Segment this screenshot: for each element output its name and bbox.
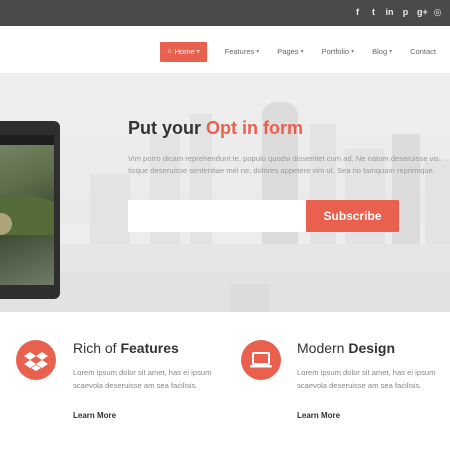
feature-description: Lorem ipsum dolor sit amet, has ei ipsum… xyxy=(297,368,436,390)
chevron-down-icon: ▾ xyxy=(256,49,260,55)
social-links: f t in p g+ ◎ xyxy=(353,6,442,18)
pinterest-icon[interactable]: p xyxy=(401,6,410,18)
nav-item-label: Pages xyxy=(277,47,299,56)
learn-more-link[interactable]: Learn More xyxy=(73,411,116,420)
nav-menu: ⌂ Home ▾ Features ▾ Pages ▾ Portfolio ▾ … xyxy=(160,42,436,62)
facebook-icon[interactable]: f xyxy=(353,6,362,18)
feature-title: Modern Design xyxy=(297,340,396,356)
hero-title: Put your Opt in form xyxy=(128,118,303,139)
nav-item-contact[interactable]: Contact xyxy=(410,43,436,61)
chevron-down-icon: ▾ xyxy=(351,49,355,55)
linkedin-icon[interactable]: in xyxy=(385,6,394,18)
nav-item-label: Blog xyxy=(372,47,388,56)
laptop-icon xyxy=(241,340,281,380)
dropbox-icon xyxy=(16,340,56,380)
nav-item-pages[interactable]: Pages ▾ xyxy=(277,43,303,61)
nav-item-label: Home xyxy=(174,47,195,56)
hero-section xyxy=(0,74,450,312)
hero-title-prefix: Put your xyxy=(128,118,207,138)
main-navigation: ⌂ Home ▾ Features ▾ Pages ▾ Portfolio ▾ … xyxy=(0,26,450,74)
nav-item-label: Portfolio xyxy=(321,47,350,56)
home-icon: ⌂ xyxy=(167,48,172,55)
monitor-image xyxy=(0,121,60,299)
chevron-down-icon: ▾ xyxy=(300,49,304,55)
nav-item-blog[interactable]: Blog ▾ xyxy=(372,43,392,61)
nav-item-label: Contact xyxy=(410,47,436,56)
chevron-down-icon: ▾ xyxy=(196,49,200,55)
dribbble-icon[interactable]: ◎ xyxy=(433,6,442,18)
top-social-bar: f t in p g+ ◎ xyxy=(0,0,450,26)
hero-title-accent: Opt in form xyxy=(206,118,304,138)
email-input[interactable] xyxy=(128,200,306,232)
subscribe-button[interactable]: Subscribe xyxy=(306,200,399,232)
chevron-down-icon: ▾ xyxy=(389,49,393,55)
nav-item-home[interactable]: ⌂ Home ▾ xyxy=(160,42,207,62)
nav-item-features[interactable]: Features ▾ xyxy=(225,43,260,61)
feature-title: Rich of Features xyxy=(73,340,179,356)
google-plus-icon[interactable]: g+ xyxy=(417,6,428,18)
learn-more-link[interactable]: Learn More xyxy=(297,411,340,420)
nav-item-portfolio[interactable]: Portfolio ▾ xyxy=(322,43,355,61)
feature-description: Lorem ipsum dolor sit amet, has ei ipsum… xyxy=(73,368,212,390)
monitor-screen xyxy=(0,135,54,285)
twitter-icon[interactable]: t xyxy=(369,6,378,18)
hero-description: Vim porro dicam reprehendunt te, populo … xyxy=(128,154,442,175)
nav-item-label: Features xyxy=(224,47,255,56)
